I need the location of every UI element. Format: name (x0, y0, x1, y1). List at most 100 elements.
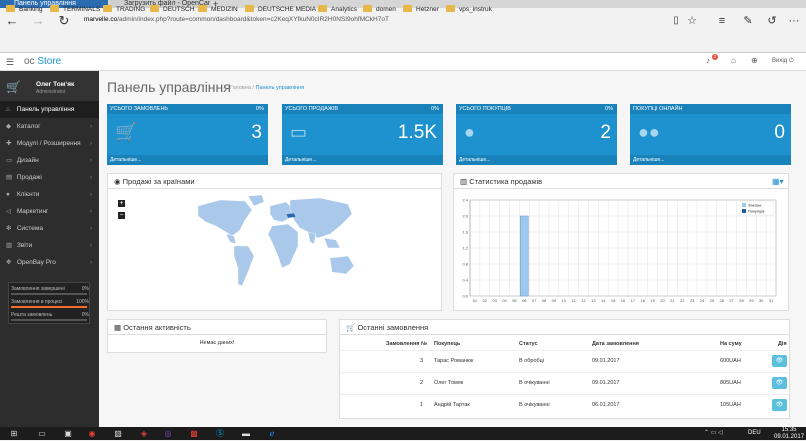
x-tick-label: 29 (749, 298, 754, 303)
taskbar-clock[interactable]: 15:35 09.01.2017 (774, 427, 804, 441)
map-region-australia (329, 255, 355, 275)
bookmark-trading[interactable]: TRADING (103, 4, 145, 15)
sidebar-item-1[interactable]: ◆ Каталог › (0, 118, 99, 135)
tile-more-link[interactable]: Детальніше... (456, 155, 617, 165)
progress-fill (11, 306, 87, 308)
col-total: На суму (720, 341, 742, 347)
activity-panel: ▦ Остання активність (107, 319, 327, 353)
viber-icon[interactable]: ◎ (162, 428, 174, 439)
sidebar-item-0[interactable]: ⌂ Панель управління (0, 101, 99, 118)
bookmark-banking[interactable]: Banking (6, 4, 43, 15)
user-icon: ● (464, 122, 475, 142)
store-logo[interactable]: oc Store (24, 56, 61, 67)
sidebar-item-8[interactable]: ▥ Звіти › (0, 237, 99, 254)
tray-icons[interactable]: ⌃ ▭ ◁ (704, 429, 723, 436)
chevron-right-icon: › (89, 225, 92, 232)
order-id: 2 (420, 380, 424, 386)
breadcrumb-current[interactable]: Панель управління (256, 85, 305, 91)
chrome-icon[interactable]: ◉ (86, 428, 98, 439)
progress-label: Решта замовлень (11, 312, 53, 318)
bookmark-domen[interactable]: domen (363, 4, 396, 15)
bookmark-terminals[interactable]: TERMINALS (50, 4, 100, 15)
edge-icon[interactable]: ℯ (266, 428, 278, 439)
activity-empty: Немає даних! (199, 340, 235, 346)
map-region-asia (289, 197, 353, 239)
tile-more-link[interactable]: Детальніше... (282, 155, 443, 165)
share-icon[interactable]: ↺ (764, 12, 780, 30)
x-tick-label: 10 (562, 298, 567, 303)
col-customer: Покупець (434, 341, 461, 347)
map-zoom-out-button[interactable]: − (118, 212, 125, 219)
bookmark-hetzner[interactable]: Hetzner (403, 4, 439, 15)
y-tick-label: 0.8 (462, 262, 468, 267)
tile-more-link[interactable]: Детальніше... (630, 155, 791, 165)
x-tick-label: 17 (631, 298, 636, 303)
web-note-icon[interactable]: ✎ (740, 12, 756, 30)
bar-chart-icon: ▥ (460, 177, 468, 186)
bookmark-medizin[interactable]: MEDIZIN (198, 4, 238, 15)
windows-start-icon[interactable]: ⊞ (8, 428, 20, 439)
sidebar-item-2[interactable]: ✚ Модулі / Розширення › (0, 135, 99, 152)
progress-row: Замовлення в процесі 100% (11, 299, 89, 305)
profile-cart-icon: 🛒 (6, 80, 21, 94)
sidebar-item-label: Дизайн (16, 157, 39, 164)
favorite-star-icon[interactable]: ☆ (684, 12, 700, 30)
reading-view-icon[interactable]: ▯ (668, 12, 684, 30)
sidebar-item-9[interactable]: ✥ OpenBay Pro › (0, 254, 99, 271)
folder-icon[interactable]: ▬ (240, 428, 252, 439)
view-order-button[interactable]: 👁 (772, 399, 787, 411)
calendar-dropdown-icon[interactable]: ▦▾ (772, 177, 784, 186)
y-tick-label: 1.6 (462, 230, 468, 235)
sidebar-item-5[interactable]: ● Клієнти › (0, 186, 99, 203)
map-region-africa (267, 223, 299, 269)
tile-value: 3 (251, 122, 262, 143)
x-tick-label: 18 (641, 298, 646, 303)
tile-more-link[interactable]: Детальніше... (107, 155, 268, 165)
bookmark-deutsche-media[interactable]: DEUTSCHE MEDIA (245, 4, 316, 15)
progress-value: 100% (76, 299, 89, 305)
bookmark-deutsch[interactable]: DEUTSCH (150, 4, 194, 15)
sidebar-item-label: OpenBay Pro (16, 259, 56, 266)
more-icon[interactable]: ··· (786, 12, 802, 30)
x-tick-label: 02 (483, 298, 488, 303)
admin-header (0, 53, 806, 71)
x-tick-label: 11 (572, 298, 577, 303)
order-id: 3 (420, 358, 424, 364)
task-view-icon[interactable]: ▭ (36, 428, 48, 439)
save-icon[interactable]: ▣ (62, 428, 74, 439)
sidebar-item-6[interactable]: ◁ Маркетинг › (0, 203, 99, 220)
map-region-southeast-asia (323, 237, 341, 249)
x-tick-label: 16 (621, 298, 626, 303)
world-map[interactable] (190, 192, 360, 292)
menu-toggle-icon[interactable]: ☰ (6, 57, 14, 68)
sidebar-item-3[interactable]: ▭ Дизайн › (0, 152, 99, 169)
app-icon[interactable]: ▧ (112, 428, 124, 439)
order-total: 600UAH (720, 358, 741, 364)
folder-icon (363, 5, 372, 12)
progress-label: Замовлення в процесі (11, 299, 63, 305)
logout-link[interactable]: Вихід ⏻ (772, 58, 794, 65)
bell-icon[interactable]: ♪ (706, 56, 710, 65)
map-region-greenland (247, 194, 265, 207)
sidebar-item-label: Звіти (16, 242, 33, 249)
input-language[interactable]: DEU (748, 430, 761, 436)
bookmark-vps-instruk[interactable]: vps_instruk (446, 4, 492, 15)
view-order-button[interactable]: 👁 (772, 377, 787, 389)
x-tick-label: 20 (660, 298, 665, 303)
acrobat-icon[interactable]: ◈ (138, 428, 150, 439)
help-icon[interactable]: ⊕ (751, 56, 758, 65)
x-tick-label: 28 (739, 298, 744, 303)
map-zoom-in-button[interactable]: + (118, 200, 125, 207)
share-icon: ◁ (6, 208, 11, 215)
view-order-button[interactable]: 👁 (772, 355, 787, 367)
user-name[interactable]: Олег Томʼяк (36, 81, 74, 88)
hub-icon[interactable]: ≡ (714, 12, 730, 30)
home-icon[interactable]: ⌂ (731, 56, 736, 65)
skype-icon[interactable]: Ⓢ (214, 428, 226, 439)
sidebar-item-7[interactable]: ✻ Система › (0, 220, 99, 237)
bookmark-analytics[interactable]: Analytics (318, 4, 357, 15)
tile-total-sales: УСЬОГО ПРОДАЖІВ 0% ▭ 1.5K Детальніше... (282, 104, 443, 165)
app-red-icon[interactable]: ▩ (188, 428, 200, 439)
sidebar-item-4[interactable]: ▤ Продажі › (0, 169, 99, 186)
breadcrumb-home[interactable]: Головна (230, 85, 251, 91)
